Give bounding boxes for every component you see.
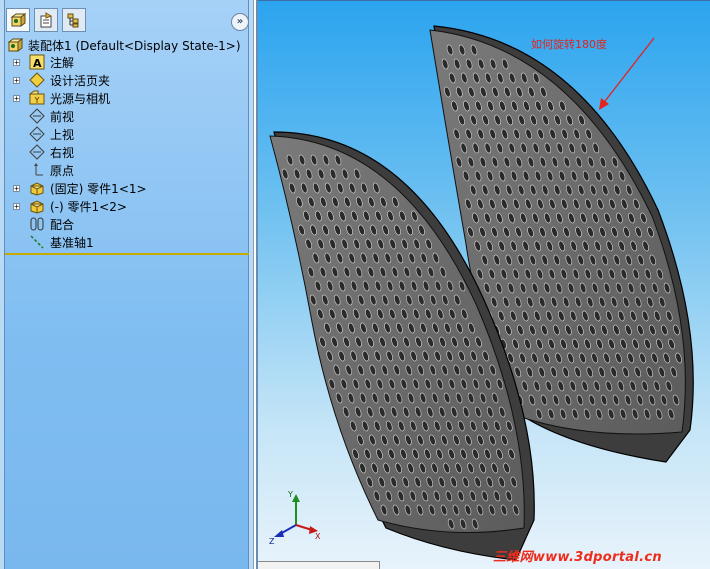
- property-manager-icon: [40, 12, 53, 28]
- tree-item-label: 设计活页夹: [50, 73, 111, 88]
- part-icon: [30, 200, 44, 214]
- tree-item-label: (-) 零件1<2>: [50, 199, 127, 214]
- tree-item-axis1[interactable]: 基准轴1: [29, 233, 94, 251]
- expand-icon[interactable]: +: [13, 59, 20, 67]
- tree-item-top-plane[interactable]: 上视: [29, 125, 74, 143]
- expand-icon[interactable]: +: [13, 77, 20, 85]
- expand-icon[interactable]: +: [13, 185, 20, 193]
- annotation-icon: A: [29, 54, 45, 70]
- design-binder-icon: [29, 72, 45, 88]
- tree-item-label: 注解: [50, 55, 75, 70]
- manager-tabs: »: [5, 8, 249, 34]
- configuration-manager-icon: [67, 13, 79, 28]
- origin-icon: [34, 163, 43, 176]
- tree-item-label: 上视: [50, 127, 75, 142]
- tree-item-front-plane[interactable]: 前视: [29, 107, 74, 125]
- tree-item-part1-1[interactable]: + (固定) 零件1<1>: [13, 179, 147, 197]
- viewport-frame: [258, 0, 710, 569]
- tree-item-design-binder[interactable]: + 设计活页夹: [13, 71, 110, 89]
- tab-configuration-manager[interactable]: [62, 8, 86, 32]
- tree-item-label: 光源与相机: [50, 91, 111, 106]
- tab-feature-manager[interactable]: [6, 8, 30, 32]
- solidworks-window: » 装配体1 (Default<Display State-1>) + A 注解…: [0, 0, 710, 569]
- tree-item-right-plane[interactable]: 右视: [29, 143, 74, 161]
- tree-item-origin[interactable]: 原点: [29, 161, 74, 179]
- tree-item-lights-cameras[interactable]: + 光源与相机: [13, 89, 110, 107]
- tree-item-mates[interactable]: 配合: [29, 215, 74, 233]
- collapse-panel-button[interactable]: »: [231, 13, 249, 31]
- lights-cameras-icon: [29, 90, 45, 105]
- expand-icon[interactable]: +: [13, 95, 20, 103]
- tree-root-assembly[interactable]: 装配体1 (Default<Display State-1>): [7, 36, 241, 54]
- tree-item-label: (固定) 零件1<1>: [50, 181, 147, 196]
- tree-item-label: 原点: [50, 163, 75, 178]
- plane-icon: [29, 108, 45, 124]
- feature-manager-pane: » 装配体1 (Default<Display State-1>) + A 注解…: [4, 0, 249, 569]
- feature-tree: 装配体1 (Default<Display State-1>) + A 注解 +: [5, 36, 249, 253]
- feature-manager-panel: » 装配体1 (Default<Display State-1>) + A 注解…: [0, 0, 254, 569]
- axis-icon: [30, 235, 44, 249]
- tree-item-label: 右视: [50, 145, 75, 160]
- tree-item-label: 配合: [50, 217, 75, 232]
- plane-icon: [29, 144, 45, 160]
- assembly-icon: [7, 38, 23, 52]
- tree-end-rollback-bar[interactable]: [5, 253, 249, 255]
- expand-icon[interactable]: +: [13, 203, 20, 211]
- tree-item-label: 前视: [50, 109, 75, 124]
- assembly-tree-icon: [10, 13, 26, 27]
- tree-item-annotations[interactable]: + A 注解: [13, 53, 74, 71]
- tree-item-label: 基准轴1: [50, 235, 94, 250]
- tree-root-label: 装配体1 (Default<Display State-1>): [28, 38, 241, 53]
- mates-icon: [30, 217, 44, 231]
- tab-property-manager[interactable]: [34, 8, 58, 32]
- plane-icon: [29, 126, 45, 142]
- tree-item-part1-2[interactable]: + (-) 零件1<2>: [13, 197, 127, 215]
- part-icon: [30, 182, 44, 196]
- svg-text:A: A: [33, 57, 42, 70]
- graphics-area[interactable]: Y X Z 如何旋转180度 三维网www.3dportal.cn: [256, 0, 710, 569]
